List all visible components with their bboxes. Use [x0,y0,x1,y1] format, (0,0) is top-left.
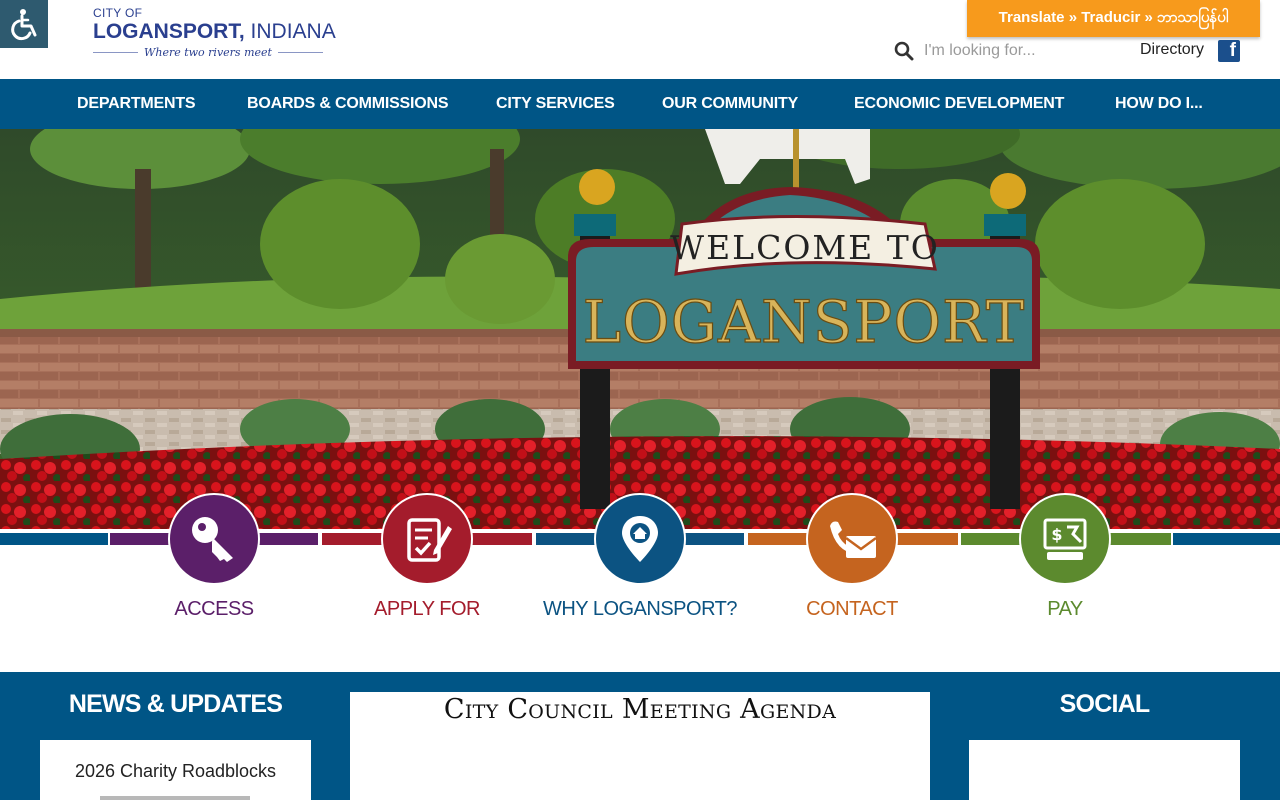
quick-link-pay[interactable]: $ PAY [955,493,1175,633]
agenda-panel: City Council Meeting Agenda [350,692,930,800]
social-heading: SOCIAL [1059,690,1150,718]
quick-link-contact[interactable]: CONTACT [742,493,962,633]
nav-city-services[interactable]: CITY SERVICES [496,79,615,129]
pay-circle: $ [1019,493,1111,585]
nav-economic-development[interactable]: ECONOMIC DEVELOPMENT [854,79,1064,129]
quick-link-label: ACCESS [174,598,254,620]
news-item-title[interactable]: 2026 Charity Roadblocks [40,761,311,782]
accessibility-button[interactable] [0,0,48,48]
directory-link[interactable]: Directory [1140,41,1204,59]
logo-tagline-row: Where two rivers meet [93,45,323,59]
form-icon [407,518,452,562]
key-icon [192,517,233,562]
svg-text:$: $ [1051,525,1062,544]
news-card[interactable]: 2026 Charity Roadblocks [40,740,311,800]
quick-link-label: WHY LOGANSPORT? [542,598,738,620]
facebook-icon[interactable]: f [1218,40,1240,62]
logo-title: LOGANSPORT, INDIANA [93,20,336,44]
city-logo[interactable]: CITY OF LOGANSPORT, INDIANA Where two ri… [93,6,336,63]
agenda-title: City Council Meeting Agenda [443,694,837,725]
hero-image: WELCOME TO LOGANSPORT [0,129,1280,529]
contact-circle [806,493,898,585]
site-search [894,38,1094,64]
search-icon[interactable] [894,41,914,61]
why-circle [594,493,686,585]
payment-icon: $ [1043,518,1087,560]
quick-link-apply-for[interactable]: APPLY FOR [317,493,537,633]
phone-envelope-icon [830,521,877,558]
quick-link-access[interactable]: ACCESS [104,493,324,633]
page: CITY OF LOGANSPORT, INDIANA Where two ri… [0,0,1280,800]
tagline-rule-left [93,51,139,53]
quick-link-label: CONTACT [806,598,898,620]
nav-our-community[interactable]: OUR COMMUNITY [662,79,798,129]
apply-circle [381,493,473,585]
news-item-subtext [100,796,250,800]
hero-welcome-sign-photo: WELCOME TO LOGANSPORT [0,129,1280,529]
tagline-rule-right [277,51,323,53]
wheelchair-icon [11,9,37,41]
main-nav: DEPARTMENTS BOARDS & COMMISSIONS CITY SE… [0,79,1280,129]
nav-departments[interactable]: DEPARTMENTS [77,79,196,129]
logo-city-name: LOGANSPORT, [93,20,245,43]
logo-tagline: Where two rivers meet [144,45,272,59]
quick-link-label: APPLY FOR [374,598,480,620]
social-card [969,740,1240,800]
logo-state-name: INDIANA [250,20,336,43]
news-updates-heading: NEWS & UPDATES [68,690,283,718]
nav-boards-commissions[interactable]: BOARDS & COMMISSIONS [247,79,449,129]
site-header: CITY OF LOGANSPORT, INDIANA Where two ri… [0,0,1280,79]
map-pin-home-icon [622,516,658,562]
translate-button[interactable]: Translate » Traducir » ဘာသာပြန်ပါ [967,0,1260,37]
access-circle [168,493,260,585]
logo-city-of: CITY OF [93,6,143,20]
sign-welcome-text: WELCOME TO [670,228,940,267]
quick-link-why-logansport[interactable]: WHY LOGANSPORT? [530,493,750,633]
nav-how-do-i[interactable]: HOW DO I... [1115,79,1203,129]
search-input[interactable] [924,42,1084,60]
sign-logansport-text: LOGANSPORT [583,288,1026,356]
quick-link-label: PAY [1047,598,1083,620]
